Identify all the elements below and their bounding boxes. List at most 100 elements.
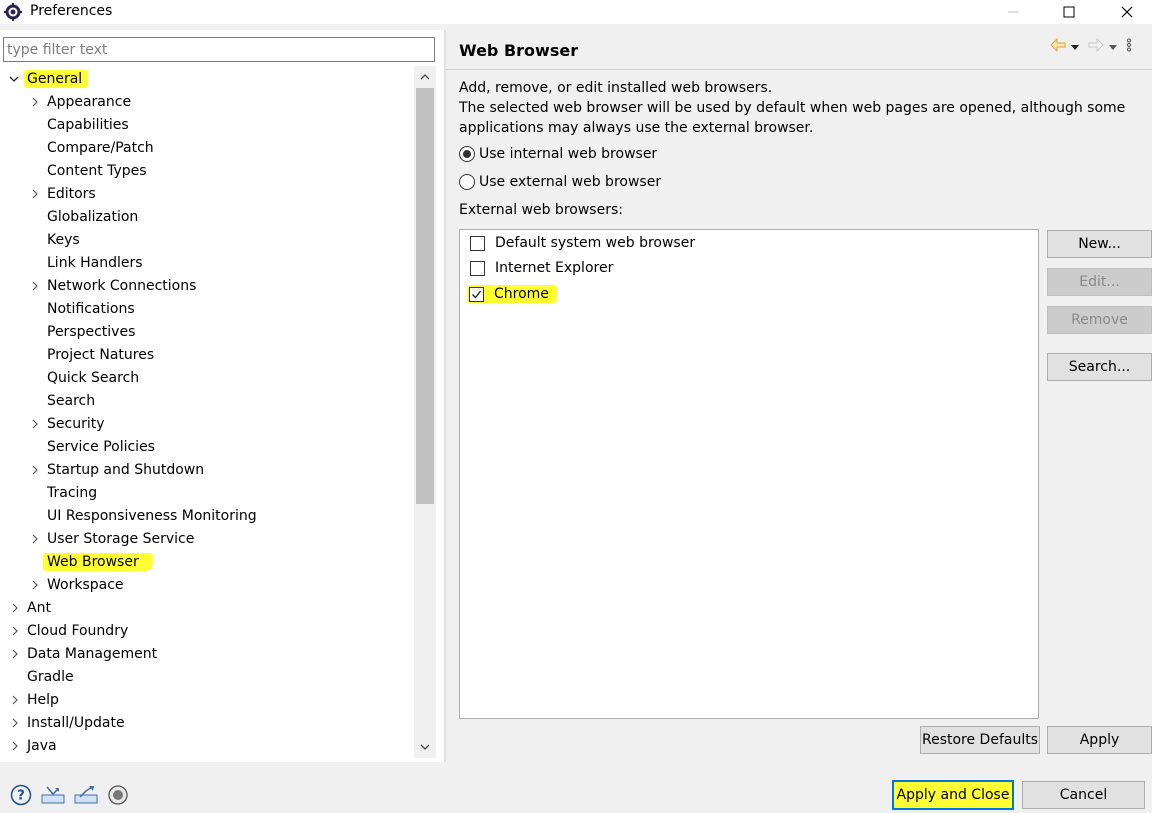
tree-item[interactable]: Quick Search [0, 366, 414, 389]
tree-item[interactable]: Web Browser [0, 550, 414, 573]
tree-item[interactable]: Project Natures [0, 343, 414, 366]
forward-dropdown-icon[interactable] [1108, 39, 1118, 55]
tree-item[interactable]: Editors [0, 182, 414, 205]
help-icon[interactable]: ? [10, 784, 32, 806]
tree-item[interactable]: Notifications [0, 297, 414, 320]
edit-button[interactable]: Edit... [1047, 268, 1152, 296]
close-icon [1121, 6, 1133, 18]
scroll-down-button[interactable] [416, 738, 434, 756]
tree-item[interactable]: Content Types [0, 159, 414, 182]
tree-item[interactable]: Capabilities [0, 113, 414, 136]
tree-item[interactable]: User Storage Service [0, 527, 414, 550]
tree-item[interactable]: Link Handlers [0, 251, 414, 274]
bottom-toolbar: ? [10, 784, 129, 806]
radio-internal-browser[interactable]: Use internal web browser [459, 146, 657, 162]
cancel-button[interactable]: Cancel [1022, 781, 1145, 809]
tree-item[interactable]: Network Connections [0, 274, 414, 297]
filter-input[interactable] [3, 37, 435, 62]
browser-list-item[interactable]: Chrome [467, 285, 557, 303]
tree-item[interactable]: Keys [0, 228, 414, 251]
tree-item-label: Java [27, 737, 57, 754]
chevron-right-icon[interactable] [29, 579, 41, 591]
external-browsers-list[interactable]: Default system web browser Internet Explo… [459, 229, 1039, 719]
tree-item[interactable]: Appearance [0, 90, 414, 113]
browser-checkbox[interactable] [470, 260, 485, 276]
tree-item[interactable]: Globalization [0, 205, 414, 228]
remove-button[interactable]: Remove [1047, 306, 1152, 334]
chevron-right-icon[interactable] [29, 280, 41, 292]
minimize-button[interactable] [990, 0, 1036, 24]
search-button[interactable]: Search... [1047, 353, 1152, 381]
preferences-tree: General Appearance Capabilities Compare/Pa… [0, 66, 414, 756]
tree-item[interactable]: Security [0, 412, 414, 435]
chevron-down-icon [420, 744, 430, 750]
tree-item[interactable]: Search [0, 389, 414, 412]
chevron-right-icon[interactable] [9, 602, 21, 614]
tree-item[interactable]: Service Policies [0, 435, 414, 458]
back-arrow-icon[interactable] [1050, 37, 1066, 56]
preferences-tree-pane: General Appearance Capabilities Compare/Pa… [0, 30, 444, 762]
tree-item-general[interactable]: General [8, 67, 89, 90]
chevron-down-icon[interactable] [8, 73, 20, 85]
scroll-up-button[interactable] [416, 68, 434, 86]
scroll-thumb[interactable] [416, 88, 434, 504]
chevron-right-icon[interactable] [9, 625, 21, 637]
radio-button[interactable] [459, 146, 475, 162]
browser-checkbox[interactable] [469, 286, 484, 302]
tree-item[interactable]: Workspace [0, 573, 414, 596]
tree-item-label: UI Responsiveness Monitoring [47, 507, 257, 524]
apply-button[interactable]: Apply [1047, 726, 1152, 754]
chevron-right-icon[interactable] [9, 717, 21, 729]
tree-item-label: Help [27, 691, 59, 708]
tree-item[interactable]: Java [0, 734, 414, 756]
chevron-right-icon[interactable] [9, 694, 21, 706]
tree-item[interactable]: Cloud Foundry [0, 619, 414, 642]
chevron-right-icon[interactable] [29, 464, 41, 476]
tree-item[interactable]: Compare/Patch [0, 136, 414, 159]
export-icon[interactable] [74, 785, 98, 805]
tree-item[interactable]: Ant [0, 596, 414, 619]
tree-item-label: General [24, 69, 89, 88]
radio-external-browser[interactable]: Use external web browser [459, 174, 661, 190]
tree-scrollbar[interactable] [414, 66, 436, 758]
browser-list-item[interactable]: Default system web browser [470, 235, 695, 251]
tree-item[interactable]: Tracing [0, 481, 414, 504]
restore-defaults-button[interactable]: Restore Defaults [920, 726, 1040, 754]
back-dropdown-icon[interactable] [1070, 39, 1080, 55]
external-browsers-label: External web browsers: [459, 202, 623, 218]
chevron-right-icon[interactable] [29, 96, 41, 108]
browser-checkbox[interactable] [470, 235, 485, 251]
tree-item-label: User Storage Service [47, 530, 195, 547]
chevron-right-icon[interactable] [29, 188, 41, 200]
tree-item-label: Capabilities [47, 116, 129, 133]
tree-item[interactable]: Startup and Shutdown [0, 458, 414, 481]
record-icon[interactable] [107, 784, 129, 806]
view-menu-icon[interactable] [1126, 38, 1132, 56]
tree-item-label: Service Policies [47, 438, 155, 455]
tree-item[interactable]: Help [0, 688, 414, 711]
radio-button[interactable] [459, 174, 475, 190]
tree-item[interactable]: UI Responsiveness Monitoring [0, 504, 414, 527]
description-line: The selected web browser will be used by… [459, 100, 1126, 116]
tree-item-label: Workspace [47, 576, 124, 593]
forward-arrow-icon[interactable] [1088, 37, 1104, 56]
chevron-right-icon[interactable] [29, 418, 41, 430]
new-button[interactable]: New... [1047, 230, 1152, 258]
tree-item[interactable]: Perspectives [0, 320, 414, 343]
chevron-right-icon[interactable] [29, 533, 41, 545]
title-bar: Preferences [0, 0, 1152, 24]
tree-item-label: Globalization [47, 208, 139, 225]
description-line: Add, remove, or edit installed web brows… [459, 80, 773, 96]
tree-item[interactable]: Gradle [0, 665, 414, 688]
import-icon[interactable] [41, 785, 65, 805]
chevron-right-icon[interactable] [9, 648, 21, 660]
apply-and-close-button[interactable]: Apply and Close [892, 780, 1014, 810]
tree-item-label: Install/Update [27, 714, 125, 731]
browser-list-item[interactable]: Internet Explorer [470, 260, 613, 276]
tree-item[interactable]: Data Management [0, 642, 414, 665]
tree-item[interactable]: Install/Update [0, 711, 414, 734]
chevron-right-icon[interactable] [9, 740, 21, 752]
close-button[interactable] [1104, 0, 1150, 24]
chevron-up-icon [420, 74, 430, 80]
maximize-button[interactable] [1046, 0, 1092, 24]
